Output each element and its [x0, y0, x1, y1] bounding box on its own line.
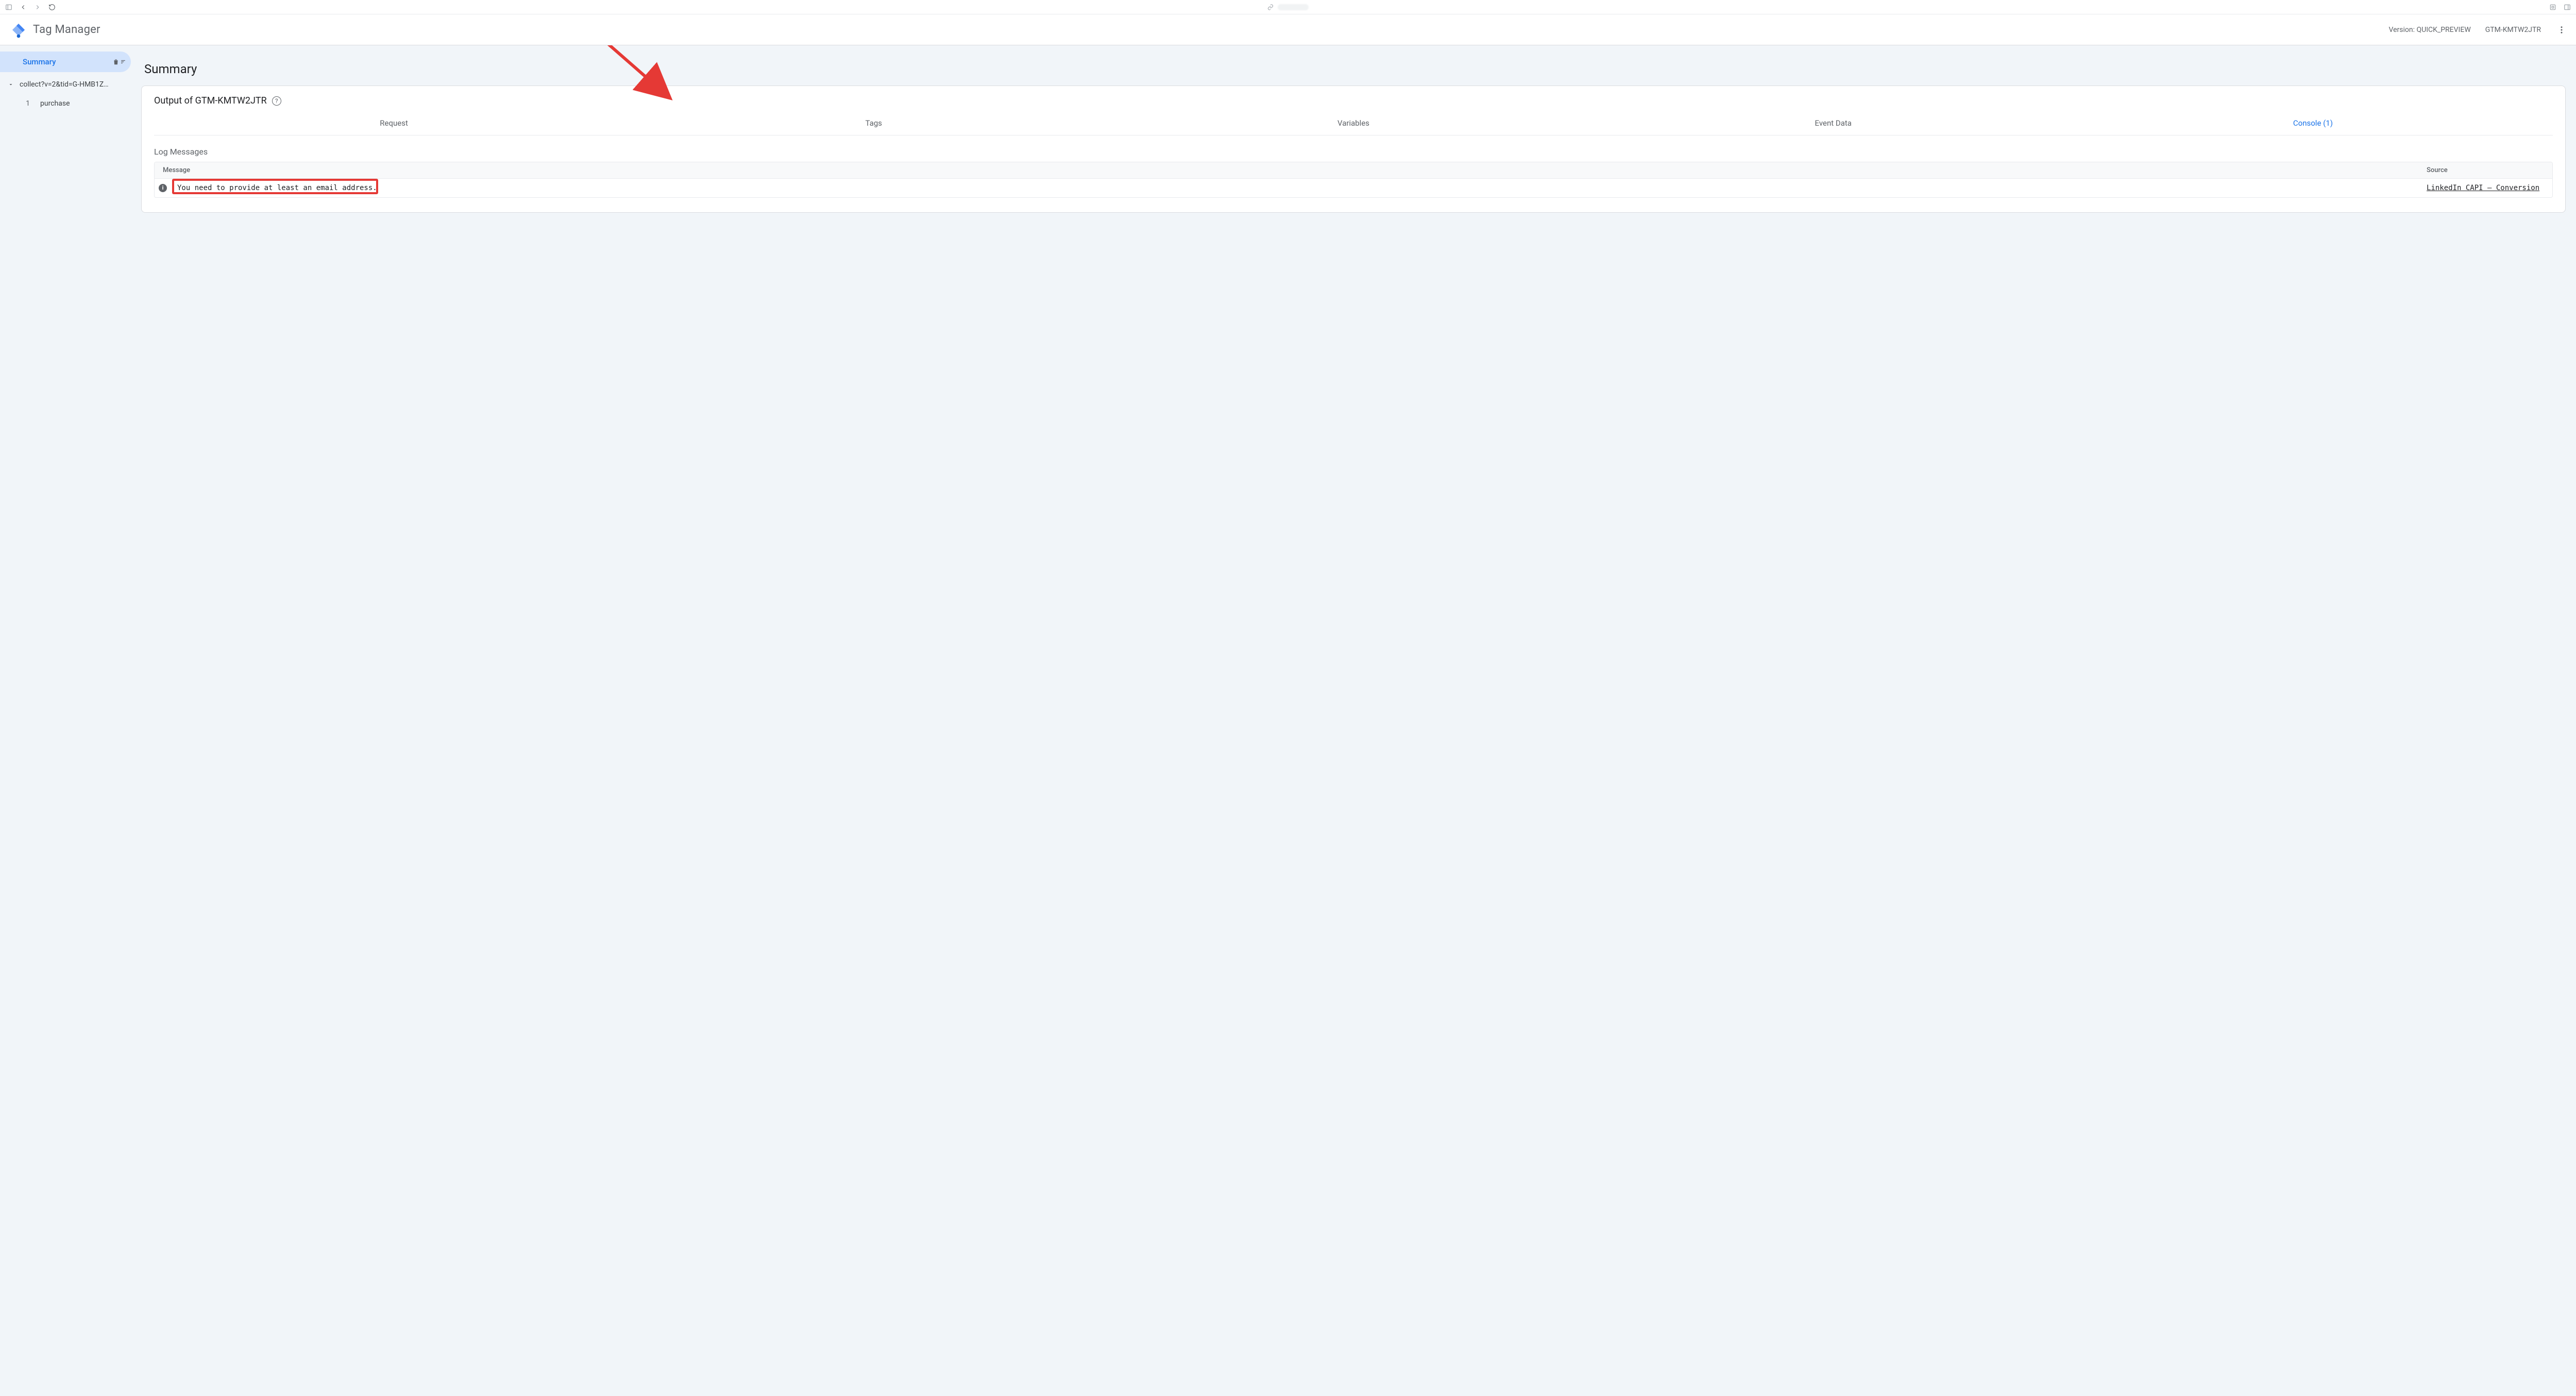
forward-icon[interactable] [33, 3, 42, 12]
col-message: Message [155, 162, 2418, 178]
version-label: Version: QUICK_PREVIEW [2389, 26, 2471, 34]
main-content: Summary Output of GTM-KMTW2JTR ? Request… [135, 45, 2576, 1396]
app-header: Tag Manager Version: QUICK_PREVIEW GTM-K… [0, 14, 2576, 45]
reload-icon[interactable] [47, 3, 57, 12]
tab-tags[interactable]: Tags [634, 112, 1113, 135]
tab-variables[interactable]: Variables [1113, 112, 1593, 135]
output-prefix: Output of [154, 95, 195, 106]
sidebar: Summary collect?v=2&tid=G-HMB1Z… 1 purch… [0, 45, 135, 1396]
sidebar-item-label: Summary [23, 57, 112, 66]
col-source: Source [2418, 162, 2552, 178]
sidebar-toggle-icon[interactable] [4, 3, 13, 12]
event-name: purchase [40, 99, 70, 108]
url-bar[interactable] [1267, 4, 1309, 10]
page-title: Summary [144, 62, 2566, 76]
log-message: You need to provide at least an email ad… [175, 183, 379, 193]
help-icon[interactable]: ? [272, 96, 281, 106]
sidebar-item-event[interactable]: 1 purchase [0, 95, 131, 112]
tab-console[interactable]: Console (1) [2073, 112, 2553, 135]
container-id: GTM-KMTW2JTR [2485, 26, 2541, 34]
sidebar-item-request[interactable]: collect?v=2&tid=G-HMB1Z… [0, 75, 131, 94]
output-title: Output of GTM-KMTW2JTR ? [154, 95, 2553, 106]
chevron-down-icon [6, 81, 15, 88]
back-icon[interactable] [19, 3, 28, 12]
link-icon [1267, 4, 1274, 10]
app-title: Tag Manager [33, 23, 100, 36]
url-redacted [1278, 4, 1309, 10]
tabs: Request Tags Variables Event Data Consol… [154, 112, 2553, 135]
sidebar-item-label: collect?v=2&tid=G-HMB1Z… [20, 80, 109, 89]
extensions-icon[interactable] [2548, 3, 2557, 12]
output-card: Output of GTM-KMTW2JTR ? Request Tags Va… [141, 86, 2566, 213]
tab-request[interactable]: Request [154, 112, 634, 135]
gtm-logo-icon [10, 22, 27, 38]
event-index: 1 [24, 99, 30, 108]
more-menu-button[interactable] [2555, 24, 2568, 36]
tab-event-data[interactable]: Event Data [1594, 112, 2073, 135]
log-table: Message Source i You need to provide at … [154, 162, 2553, 198]
log-section-title: Log Messages [154, 147, 2553, 157]
log-row[interactable]: i You need to provide at least an email … [155, 179, 2552, 197]
output-container: GTM-KMTW2JTR [195, 95, 267, 106]
clear-icon[interactable] [112, 58, 126, 65]
log-table-header: Message Source [155, 162, 2552, 179]
log-level-icon: i [155, 184, 171, 192]
log-source-link[interactable]: LinkedIn CAPI – Conversion [2418, 180, 2552, 196]
sidebar-item-summary[interactable]: Summary [0, 52, 131, 72]
browser-chrome [0, 0, 2576, 14]
panel-icon[interactable] [2563, 3, 2572, 12]
